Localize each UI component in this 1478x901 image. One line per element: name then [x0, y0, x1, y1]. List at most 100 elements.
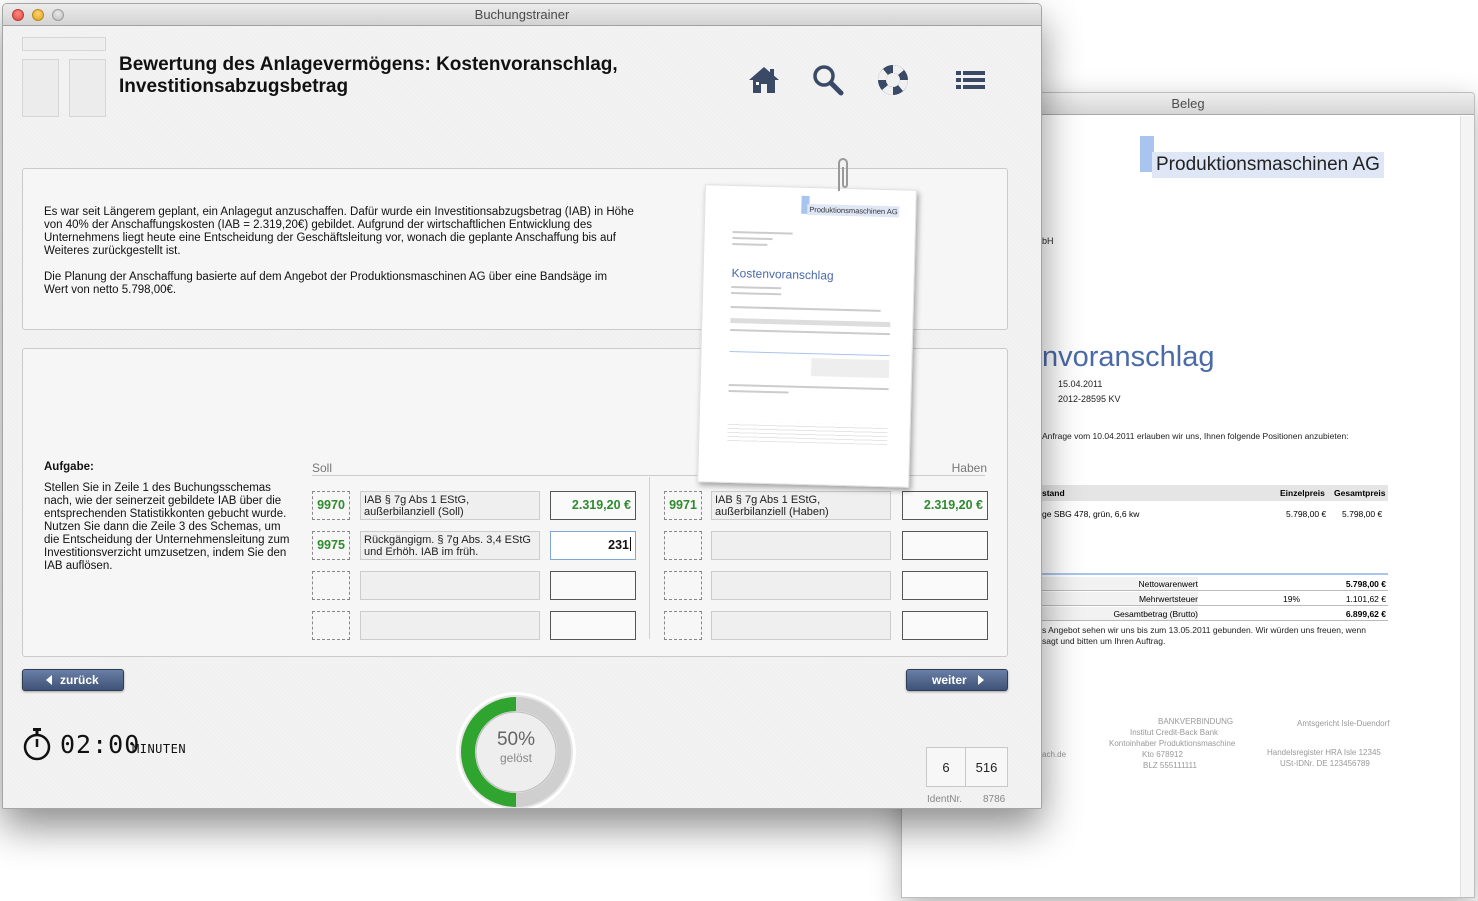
- doc-footer-web: ach.de: [1042, 750, 1067, 759]
- progress-ring: 50% gelöst: [455, 691, 577, 808]
- doc-col-item: stand: [1042, 488, 1065, 498]
- soll-description: IAB § 7g Abs 1 EStG, außerbilanziell (So…: [360, 491, 540, 520]
- t-account-divider: [649, 477, 650, 639]
- thumb-table-row: [730, 328, 891, 336]
- doc-sum-value: 6.899,62 €: [1345, 609, 1386, 619]
- doc-sum-label: Mehrwertsteuer: [1138, 594, 1198, 604]
- doc-separator: [1042, 573, 1388, 575]
- haben-amount-field[interactable]: 2.319,20 €: [902, 491, 988, 520]
- doc-footer-bank-kto: Kto 678912: [1142, 750, 1183, 759]
- doc-date: 15.04.2011: [1058, 379, 1103, 389]
- doc-sum-row: Nettowarenwert 5.798,00 €: [1042, 577, 1388, 591]
- doc-footer-court: Amtsgericht Isle-Duendorf: [1297, 719, 1390, 728]
- doc-sum-value: 1.101,62 €: [1345, 594, 1386, 604]
- document-thumbnail[interactable]: Produktionsmaschinen AG Kostenvoranschla…: [697, 184, 917, 488]
- thumb-address-line: [732, 237, 773, 241]
- doc-table-header: stand Einzelpreis Gesamtpreis: [1042, 485, 1388, 501]
- thumb-footer: [727, 420, 888, 446]
- current-exercise-number: 6: [926, 747, 966, 787]
- text-caret: [630, 537, 631, 551]
- soll-amount-field[interactable]: [550, 611, 636, 640]
- intro-paragraph: Die Planung der Anschaffung basierte auf…: [44, 271, 608, 296]
- intro-text: Es war seit Längerem geplant, ein Anlage…: [44, 206, 634, 297]
- window-zoom-button[interactable]: [52, 9, 64, 21]
- window-minimize-button[interactable]: [32, 9, 44, 21]
- home-icon[interactable]: [747, 63, 781, 97]
- magnifier-icon[interactable]: [811, 63, 845, 97]
- thumb-text-line: [731, 291, 782, 296]
- doc-partial-name: bH: [1042, 236, 1054, 246]
- soll-amount-field[interactable]: [550, 571, 636, 600]
- haben-description: IAB § 7g Abs 1 EStG, außerbilanziell (Ha…: [711, 491, 891, 520]
- paperclip-icon: [838, 158, 848, 191]
- doc-sum-row: Mehrwertsteuer 19% 1.101,62 €: [1042, 592, 1388, 606]
- ident-value: 8786: [983, 794, 1006, 805]
- soll-amount-field[interactable]: 2.319,20 €: [550, 491, 636, 520]
- thumb-text-line: [731, 286, 782, 290]
- next-button[interactable]: weiter: [906, 669, 1008, 691]
- haben-amount-field[interactable]: [902, 611, 988, 640]
- soll-account-field[interactable]: [312, 611, 350, 640]
- task-title: Aufgabe:: [44, 461, 94, 473]
- soll-description: Rückgängigm. § 7g Abs. 3,4 EStG und Erhö…: [360, 531, 540, 560]
- doc-footer-bank-inst: Institut Credit-Back Bank: [1130, 728, 1219, 737]
- haben-account-field[interactable]: [664, 531, 702, 560]
- doc-closing-line1: s Angebot sehen wir uns bis zum 13.05.20…: [1042, 625, 1366, 635]
- total-exercise-count: 516: [965, 747, 1008, 787]
- thumb-address-line: [732, 243, 768, 246]
- page-title: Bewertung des Anlagevermögens: Kostenvor…: [119, 54, 719, 98]
- thumb-address-line: [732, 231, 793, 235]
- doc-intro-line: Anfrage vom 10.04.2011 erlauben wir uns,…: [1042, 431, 1349, 441]
- page-title-line1: Bewertung des Anlagevermögens: Kostenvor…: [119, 54, 618, 75]
- doc-number: 2012-28595 KV: [1058, 394, 1121, 404]
- progress-label: gelöst: [499, 751, 533, 765]
- haben-account-field[interactable]: [664, 611, 702, 640]
- logo-block-top: [22, 37, 106, 51]
- logo-block-right: [69, 59, 106, 117]
- doc-footer-register: Handelsregister HRA Isle 12345: [1267, 748, 1381, 757]
- haben-amount-field[interactable]: [902, 571, 988, 600]
- window-title: Buchungstrainer: [474, 7, 570, 22]
- ident-label: IdentNr.: [927, 794, 963, 805]
- haben-account-field[interactable]: 9971: [664, 491, 702, 520]
- doc-sum-pct: 19%: [1282, 594, 1300, 604]
- doc-closing-line2: sagt und bitten um Ihren Auftrag.: [1042, 636, 1166, 646]
- progress-percent: 50%: [496, 729, 536, 750]
- lifebuoy-icon[interactable]: [876, 63, 910, 97]
- back-button[interactable]: zurück: [22, 669, 124, 691]
- window-close-button[interactable]: [12, 9, 24, 21]
- soll-account-field[interactable]: 9970: [312, 491, 350, 520]
- page-title-line2: Investitionsabzugsbetrag: [119, 76, 349, 97]
- soll-description: [360, 611, 540, 640]
- soll-description: [360, 571, 540, 600]
- haben-label: Haben: [951, 461, 987, 475]
- back-button-label: zurück: [60, 673, 99, 687]
- main-content: Bewertung des Anlagevermögens: Kostenvor…: [3, 27, 1041, 808]
- haben-description: [711, 531, 891, 560]
- doc-col-total: Gesamtpreis: [1334, 488, 1386, 498]
- soll-account-field[interactable]: [312, 571, 350, 600]
- task-text: Stellen Sie in Zeile 1 des Buchungsschem…: [44, 482, 290, 572]
- main-window: Buchungstrainer Bewertung des Anlageverm…: [2, 3, 1042, 809]
- doc-footer-bank-holder: Kontoinhaber Produktionsmaschine: [1109, 739, 1236, 748]
- beleg-scrollbar[interactable]: [1460, 116, 1474, 897]
- thumb-company: Produktionsmaschinen AG: [807, 203, 900, 218]
- thumb-text-line: [728, 389, 789, 394]
- intro-paragraph: Es war seit Längerem geplant, ein Anlage…: [44, 206, 634, 257]
- doc-heading: nvoranschlag: [1042, 341, 1215, 373]
- haben-description: [711, 611, 891, 640]
- doc-sum-value: 5.798,00 €: [1345, 579, 1386, 589]
- thumb-table-header: [730, 317, 891, 328]
- haben-account-field[interactable]: [664, 571, 702, 600]
- stopwatch-icon: [23, 728, 51, 761]
- list-icon[interactable]: [954, 63, 988, 97]
- doc-footer-vat: USt-IDNr. DE 123456789: [1280, 759, 1370, 768]
- soll-amount-input-active[interactable]: 231: [550, 531, 636, 560]
- thumb-text-line: [730, 305, 881, 312]
- titlebar: Buchungstrainer: [3, 4, 1041, 26]
- haben-amount-field[interactable]: [902, 531, 988, 560]
- logo-block-left: [22, 59, 59, 117]
- progress-text: 50% gelöst: [455, 729, 577, 765]
- thumb-text-line: [728, 383, 889, 391]
- soll-account-field[interactable]: 9975: [312, 531, 350, 560]
